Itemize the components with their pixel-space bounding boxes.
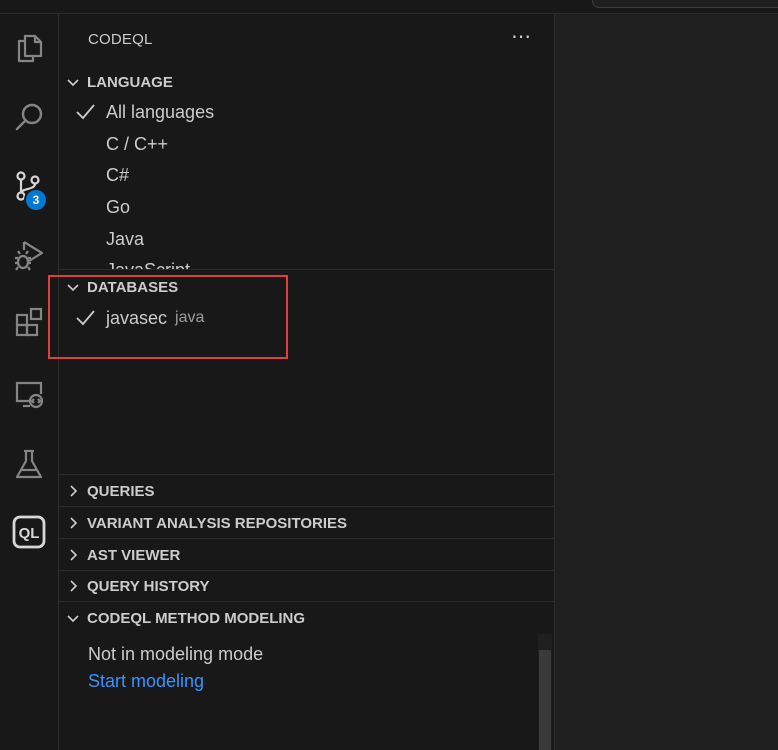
remote-explorer-button[interactable] xyxy=(0,370,58,418)
section-ast-viewer-label: AST VIEWER xyxy=(87,546,181,564)
search-icon xyxy=(15,103,43,131)
search-button[interactable] xyxy=(0,94,58,142)
chevron-right-icon xyxy=(58,540,88,570)
language-item-label: All languages xyxy=(106,101,215,122)
more-actions-button[interactable]: ⋯ xyxy=(511,24,532,49)
activity-bar: 3 QL xyxy=(0,14,59,750)
language-list: All languages C / C++ C# Go Java JavaScr… xyxy=(59,99,554,270)
chevron-down-icon xyxy=(58,603,88,633)
section-divider xyxy=(59,269,554,270)
section-query-history-label: QUERY HISTORY xyxy=(87,577,210,595)
editor-area xyxy=(555,14,778,750)
run-and-debug-button[interactable] xyxy=(0,230,58,278)
section-divider xyxy=(59,601,554,602)
flask-icon xyxy=(15,449,43,479)
section-divider xyxy=(59,538,554,539)
section-query-history-header[interactable]: QUERY HISTORY xyxy=(59,571,554,601)
scrollbar-thumb[interactable] xyxy=(539,650,551,750)
section-divider xyxy=(59,474,554,475)
chevron-right-icon xyxy=(58,571,88,601)
source-control-button[interactable]: 3 xyxy=(0,162,58,210)
language-item-label: C# xyxy=(106,164,130,185)
codeql-icon: QL xyxy=(12,515,46,549)
highlight-box xyxy=(48,275,288,359)
run-debug-icon xyxy=(15,241,44,271)
language-item-csharp[interactable]: C# xyxy=(106,162,129,188)
language-item-label: Go xyxy=(106,196,131,217)
command-center[interactable] xyxy=(592,0,778,8)
source-control-badge: 3 xyxy=(26,190,46,210)
remote-explorer-icon xyxy=(15,381,44,409)
section-method-modeling-label: CODEQL METHOD MODELING xyxy=(87,609,306,627)
language-item-all[interactable]: All languages xyxy=(76,99,215,125)
section-queries-header[interactable]: QUERIES xyxy=(59,476,554,506)
explorer-button[interactable] xyxy=(0,24,58,72)
extensions-icon xyxy=(15,307,43,337)
section-divider xyxy=(59,506,554,507)
section-variant-analysis-label: VARIANT ANALYSIS REPOSITORIES xyxy=(87,514,348,532)
files-icon xyxy=(17,34,43,63)
testing-button[interactable] xyxy=(0,440,58,488)
codeql-sidebar: CODEQL ⋯ LANGUAGE All languages C / C++ … xyxy=(59,14,555,750)
section-variant-analysis-header[interactable]: VARIANT ANALYSIS REPOSITORIES xyxy=(59,508,554,538)
title-bar xyxy=(0,0,778,14)
language-item-label: C / C++ xyxy=(106,133,169,154)
section-method-modeling-header[interactable]: CODEQL METHOD MODELING xyxy=(59,603,554,633)
start-modeling-link[interactable]: Start modeling xyxy=(88,671,204,692)
language-item-java[interactable]: Java xyxy=(106,226,144,252)
section-queries-label: QUERIES xyxy=(87,482,155,500)
section-language-header[interactable]: LANGUAGE xyxy=(59,67,554,97)
language-item-go[interactable]: Go xyxy=(106,194,130,220)
chevron-right-icon xyxy=(58,476,88,506)
modeling-status-text: Not in modeling mode xyxy=(88,644,264,664)
chevron-down-icon xyxy=(58,67,88,97)
check-icon xyxy=(76,104,95,120)
sidebar-title: CODEQL xyxy=(88,31,153,48)
section-ast-viewer-header[interactable]: AST VIEWER xyxy=(59,540,554,570)
section-language-label: LANGUAGE xyxy=(87,73,173,91)
chevron-right-icon xyxy=(58,508,88,538)
language-item-cpp[interactable]: C / C++ xyxy=(106,131,168,157)
language-item-label: Java xyxy=(106,228,145,249)
codeql-button[interactable]: QL xyxy=(0,508,58,556)
codeql-icon-label: QL xyxy=(19,525,40,542)
